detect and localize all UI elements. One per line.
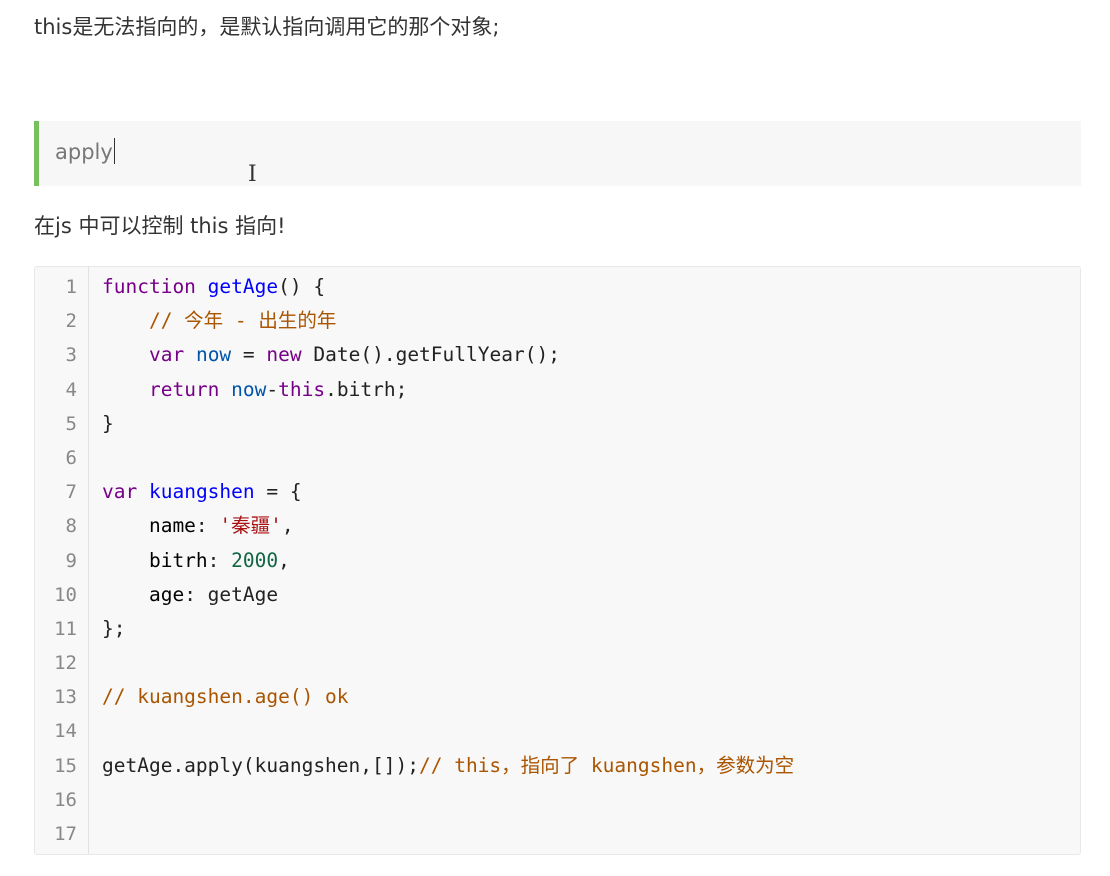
line-number: 15: [54, 754, 77, 777]
code-token: Date().getFullYear();: [301, 343, 560, 367]
code-line-15: getAge.apply(kuangshen,[]);// this，指向了 k…: [102, 749, 1080, 783]
code-line-2: // 今年 - 出生的年: [102, 304, 1080, 338]
line-number: 4: [65, 378, 77, 401]
code-line-5: }: [102, 411, 114, 435]
text-caret: [113, 138, 115, 164]
code-number: 2000: [231, 548, 279, 572]
code-line-7: var kuangshen = {: [102, 475, 1080, 509]
code-token: ,: [278, 548, 290, 572]
line-number: 5: [65, 412, 77, 435]
code-token: now: [195, 343, 232, 367]
line-number: 13: [54, 686, 77, 709]
blockquote-apply: apply: [34, 121, 1081, 186]
code-block[interactable]: 1 2 3 4 5 6 7 8 9 10 11 12 13 14 15 16 17 function getAg…: [34, 266, 1081, 855]
document-page: this是无法指向的，是默认指向调用它的那个对象; apply I 在js 中可…: [0, 0, 1110, 876]
code-token: -: [266, 377, 279, 401]
blockquote-text-editable[interactable]: apply: [55, 135, 115, 169]
code-line-13: // kuangshen.age() ok: [102, 680, 1080, 714]
line-number: 2: [65, 310, 77, 333]
blockquote-bar: [34, 121, 39, 186]
code-string: '秦疆': [219, 514, 282, 538]
line-number: 11: [54, 617, 77, 640]
code-token: getAge.apply(kuangshen,[]);: [102, 753, 419, 777]
code-token: .bitrh;: [325, 377, 408, 401]
line-number: 17: [54, 823, 77, 845]
line-number: 9: [65, 549, 77, 572]
code-line-3: var now = new Date().getFullYear();: [102, 338, 1080, 372]
code-token: :: [207, 548, 232, 572]
code-line-9: bitrh: 2000,: [102, 544, 1080, 578]
code-token: name: [102, 514, 196, 538]
code-token: var: [148, 343, 185, 367]
code-token: :: [195, 514, 220, 538]
line-number: 14: [54, 720, 77, 743]
code-token: () {: [278, 275, 326, 298]
code-comment: // this，指向了 kuangshen，参数为空: [418, 753, 795, 777]
code-line-4: return now-this.bitrh;: [102, 373, 1080, 407]
paragraph-this-explanation: this是无法指向的，是默认指向调用它的那个对象;: [34, 15, 500, 39]
code-line-11: };: [102, 616, 126, 640]
line-number: 1: [65, 276, 77, 298]
code-content: function getAge() { // 今年 - 出生的年 var now…: [102, 270, 1080, 851]
code-token: this: [278, 377, 326, 401]
code-token: new: [266, 343, 302, 367]
line-number-gutter: 1 2 3 4 5 6 7 8 9 10 11 12 13 14 15 16 17: [35, 267, 89, 854]
code-token: = {: [254, 480, 302, 504]
code-token: function: [102, 275, 196, 298]
code-token: now: [231, 377, 267, 401]
line-number: 6: [65, 446, 77, 469]
code-comment: // 今年 - 出生的年: [102, 309, 337, 333]
code-token: return: [148, 377, 220, 401]
code-token: : getAge: [184, 582, 279, 606]
code-token: ,: [281, 514, 294, 538]
line-number: 16: [54, 788, 77, 811]
code-token: age: [102, 582, 185, 606]
code-comment: // kuangshen.age() ok: [102, 685, 349, 709]
line-number: 10: [54, 583, 77, 606]
line-number: 8: [65, 515, 77, 538]
ibeam-cursor-icon: I: [248, 162, 257, 187]
blockquote-text: apply: [55, 140, 113, 164]
line-number: 3: [65, 344, 77, 367]
line-number: 12: [54, 652, 77, 675]
code-line-10: age: getAge: [102, 578, 1080, 612]
paragraph-control-this: 在js 中可以控制 this 指向!: [34, 214, 286, 238]
code-token: =: [231, 343, 267, 367]
code-line-1: function getAge() {: [102, 270, 1080, 304]
code-token: var: [102, 480, 138, 504]
line-number: 7: [65, 481, 77, 504]
code-token: kuangshen: [148, 480, 255, 504]
code-line-8: name: '秦疆',: [102, 509, 1080, 543]
code-token: getAge: [207, 275, 279, 298]
code-token: bitrh: [102, 548, 208, 572]
